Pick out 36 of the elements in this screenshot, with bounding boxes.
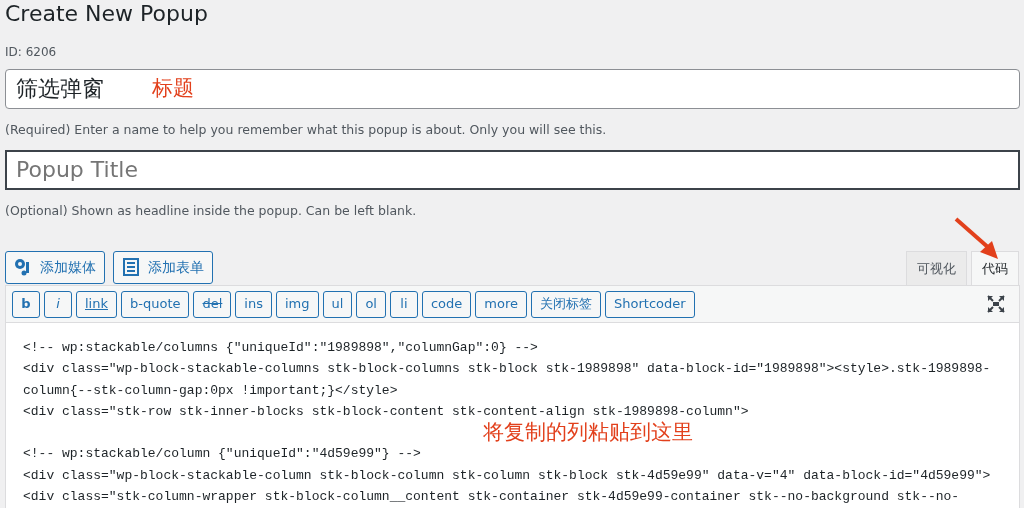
quicktag-button[interactable]: img [276,290,319,318]
code-line: column{--stk-column-gap:0px !important;}</style> [23,381,399,400]
fullscreen-icon[interactable] [987,295,1005,313]
quicktag-button[interactable]: link [76,290,117,318]
editor-tab[interactable]: 可视化 [906,250,967,285]
quicktag-button[interactable]: b-quote [121,290,190,318]
media-button[interactable]: 添加表单 [113,250,213,284]
code-line: <div class="stk-column-wrapper stk-block-column__content stk-container stk-4d59e99-container stk--no-background stk--no- [23,488,961,507]
quicktag-button[interactable]: ins [235,290,272,318]
id-label: ID: 6206 [5,44,58,61]
quicktag-button[interactable]: li [389,290,418,318]
quicktag-button[interactable]: 关闭标签 [531,290,601,318]
media-button[interactable]: 添加媒体 [5,250,105,284]
code-line: <div class="stk-row stk-inner-blocks stk-block-content stk-content-align stk-1989898-column"> [23,402,750,421]
quicktag-button[interactable]: b [12,290,40,318]
code-line: <!-- wp:stackable/columns {"uniqueId":"1989898","columnGap":0} --> [23,339,539,357]
code-line: <div class="wp-block-stackable-column stk-block-column stk-column stk-block stk-4d59e99" data-v="4" data-block-id="4d59e99"> [23,466,992,485]
page-title: Create New Popup [5,0,209,28]
quicktag-button[interactable]: Shortcoder [605,290,695,318]
quicktag-button[interactable]: ul [322,290,353,318]
help-text: (Optional) Shown as headline inside the popup. Can be left blank. [5,201,418,220]
annotation-label: 标题 [152,75,194,102]
code-editor[interactable] [5,323,1020,508]
media-icon [14,258,32,276]
code-line: <div class="wp-block-stackable-columns stk-block-columns stk-block stk-1989898" data-block-id="1989898"><style>.stk-1989898- [23,360,992,379]
form-icon [122,258,140,276]
code-line: <!-- wp:stackable/column {"uniqueId":"4d59e99"} --> [23,445,422,464]
popup-title-field[interactable]: Popup Title [5,149,1020,190]
quicktag-button[interactable]: ol [356,290,386,318]
editor-tab[interactable]: 代码 [971,250,1019,285]
quicktag-button[interactable]: code [421,290,472,318]
help-text: (Required) Enter a name to help you remember what this popup is about. Only you will see this. [5,121,608,139]
quicktag-button[interactable]: more [475,290,527,318]
quicktag-button[interactable]: i [44,290,72,318]
annotation-label: 将复制的列粘贴到这里 [483,419,693,446]
quicktag-button[interactable]: del [193,290,232,318]
